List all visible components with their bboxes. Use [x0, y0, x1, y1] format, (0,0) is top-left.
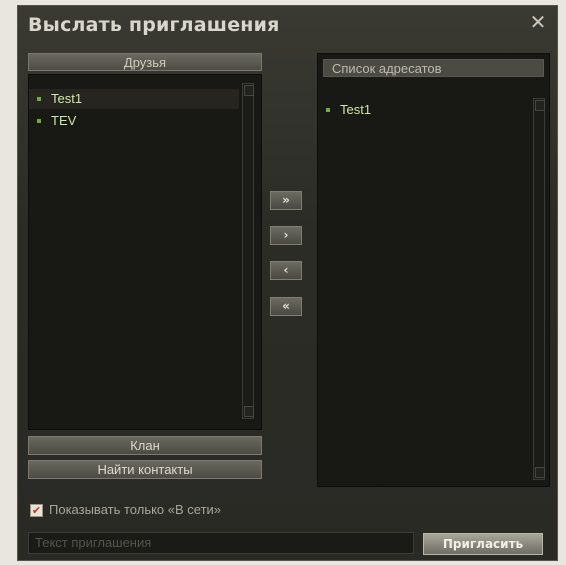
recipients-header: Список адресатов — [323, 59, 544, 77]
friends-list: Test1 TEV — [28, 74, 262, 430]
remove-button[interactable]: ‹ — [270, 261, 302, 280]
scroll-up-icon[interactable] — [244, 85, 254, 96]
recipients-list: Список адресатов Test1 — [317, 53, 550, 487]
invite-dialog: Выслать приглашения ✕ Друзья Test1 TEV »… — [17, 5, 558, 561]
scroll-down-icon[interactable] — [244, 406, 254, 417]
recipient-item[interactable]: Test1 — [326, 100, 371, 120]
scroll-up-icon[interactable] — [535, 100, 545, 111]
friend-item-label: TEV — [51, 113, 77, 128]
online-status-icon — [326, 107, 330, 112]
friend-item[interactable]: Test1 — [29, 89, 239, 109]
friends-tab[interactable]: Друзья — [28, 53, 262, 71]
online-status-icon — [37, 118, 41, 123]
friend-item-label: Test1 — [51, 91, 83, 106]
invite-message-input[interactable]: Текст приглашения — [28, 532, 414, 554]
friends-scrollbar[interactable] — [242, 83, 254, 419]
recipients-scrollbar[interactable] — [533, 98, 545, 480]
online-only-checkbox[interactable]: ✔ — [30, 504, 43, 517]
scroll-down-icon[interactable] — [535, 467, 545, 478]
find-contacts-button[interactable]: Найти контакты — [28, 460, 262, 479]
friend-item[interactable]: TEV — [37, 111, 76, 131]
close-icon[interactable]: ✕ — [527, 11, 549, 33]
add-all-button[interactable]: » — [270, 191, 302, 210]
clan-button[interactable]: Клан — [28, 436, 262, 455]
recipient-item-label: Test1 — [340, 102, 372, 117]
dialog-title: Выслать приглашения — [28, 14, 280, 36]
add-button[interactable]: › — [270, 226, 302, 245]
remove-all-button[interactable]: « — [270, 297, 302, 316]
invite-button[interactable]: Пригласить — [423, 533, 543, 555]
online-only-label: Показывать только «В сети» — [49, 502, 222, 517]
online-status-icon — [37, 96, 41, 101]
